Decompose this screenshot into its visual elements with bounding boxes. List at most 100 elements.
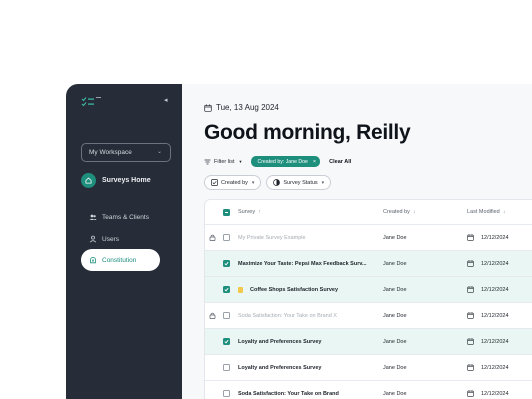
surveys-table: Survey ↑ Created by ↓ Last Modified ↓ My… (204, 199, 532, 399)
last-modified-value: 12/12/2024 (481, 390, 509, 397)
workspace-select[interactable]: My Workspace ⌄ (81, 143, 171, 162)
sidebar-item-label: Teams & Clients (102, 213, 149, 221)
sort-down-icon: ↓ (412, 209, 416, 215)
created-by-value: Jane Doe (383, 338, 407, 345)
created-by-value: Jane Doe (383, 364, 407, 371)
filter-list-button[interactable]: Filter list ▼ (204, 159, 242, 165)
header-created-by-label: Created by (383, 209, 410, 215)
row-checkbox[interactable] (223, 286, 230, 293)
surveys-home-label: Surveys Home (102, 177, 151, 184)
sidebar-item-label: Users (102, 235, 119, 243)
checklist-logo-icon (81, 97, 101, 107)
select-all-checkbox[interactable] (223, 208, 230, 216)
status-icon (273, 179, 281, 186)
table-row[interactable]: Coffee Shops Satisfaction Survey Jane Doe… (205, 277, 532, 303)
sidebar-item-label: Constitution (102, 256, 137, 264)
calendar-icon (467, 390, 474, 397)
close-icon[interactable]: × (313, 159, 316, 165)
created-by-value: Jane Doe (383, 286, 407, 293)
table-header: Survey ↑ Created by ↓ Last Modified ↓ (205, 200, 532, 225)
bookmark-icon (238, 286, 243, 293)
table-row[interactable]: Soda Satisfaction: Your Take on Brand Jan… (205, 381, 532, 399)
calendar-icon (467, 234, 474, 241)
row-checkbox[interactable] (223, 312, 230, 319)
row-checkbox[interactable] (223, 260, 230, 267)
last-modified-value: 12/12/2024 (481, 286, 509, 293)
sidebar-item-teams-clients[interactable]: Teams & Clients (81, 206, 160, 228)
created-by-label: Created by (221, 179, 248, 186)
survey-name[interactable]: Loyalty and Preferences Survey (238, 339, 321, 345)
created-by-value: Jane Doe (383, 390, 407, 397)
calendar-icon (467, 364, 474, 371)
sidebar-item-constitution[interactable]: Constitution (81, 249, 160, 271)
date-text: Tue, 13 Aug 2024 (216, 103, 279, 112)
surveys-home-link[interactable]: Surveys Home (81, 173, 151, 188)
created-by-value: Jane Doe (383, 260, 407, 267)
calendar-icon (467, 286, 474, 293)
table-row[interactable]: Loyalty and Preferences Survey Jane Doe 12… (205, 329, 532, 355)
filter-chip-created-by[interactable]: Created by: Jane Doe × (251, 156, 321, 167)
constitution-icon (90, 257, 96, 264)
chevron-left-icon[interactable]: ◂ (164, 97, 172, 105)
table-row[interactable]: Loyalty and Preferences Survey Jane Doe 12… (205, 355, 532, 381)
header-last-modified-label: Last Modified (467, 209, 500, 215)
app-window: ◂ My Workspace ⌄ Surveys Home Teams & Cl… (66, 84, 532, 399)
workspace-label: My Workspace (89, 149, 132, 156)
last-modified-value: 12/12/2024 (481, 364, 509, 371)
survey-name[interactable]: Loyalty and Preferences Survey (238, 365, 321, 371)
last-modified-value: 12/12/2024 (481, 260, 509, 267)
table-row[interactable]: My Private Survey Example Jane Doe 12/12/2… (205, 225, 532, 251)
survey-status-label: Survey Status (283, 179, 318, 186)
filter-icon (204, 159, 211, 164)
checkbox-icon (211, 179, 218, 186)
created-by-value: Jane Doe (383, 234, 407, 241)
last-modified-value: 12/12/2024 (481, 312, 509, 319)
survey-name[interactable]: Soda Satisfaction: Your Take on Brand (238, 391, 339, 397)
row-checkbox[interactable] (223, 234, 230, 241)
header-created-by[interactable]: Created by ↓ (383, 200, 416, 224)
row-checkbox[interactable] (223, 390, 230, 397)
filter-pills: Created by ▾ Survey Status ▾ (204, 175, 336, 190)
chevron-down-icon: ▼ (238, 159, 243, 164)
filter-chip-label: Created by: Jane Doe (257, 158, 308, 165)
created-by-dropdown[interactable]: Created by ▾ (204, 175, 262, 190)
last-modified-value: 12/12/2024 (481, 234, 509, 241)
sort-down-icon: ↓ (502, 209, 506, 215)
sidebar: ◂ My Workspace ⌄ Surveys Home Teams & Cl… (66, 84, 182, 399)
header-survey-label: Survey (238, 209, 256, 215)
row-checkbox[interactable] (223, 338, 230, 345)
survey-status-dropdown[interactable]: Survey Status ▾ (266, 175, 332, 190)
survey-name[interactable]: Soda Satisfaction: Your Take on Brand X (238, 313, 337, 319)
header-survey[interactable]: Survey ↑ (238, 200, 261, 224)
survey-name[interactable]: My Private Survey Example (238, 235, 306, 241)
lock-icon (209, 234, 216, 241)
chevron-down-icon: ▾ (251, 179, 255, 186)
filter-list-label: Filter list (214, 158, 235, 165)
chevron-down-icon: ⌄ (156, 149, 162, 155)
calendar-icon (467, 312, 474, 319)
clear-all-button[interactable]: Clear All (329, 159, 351, 165)
row-checkbox[interactable] (223, 364, 230, 371)
sort-up-icon: ↑ (258, 209, 261, 215)
users-icon (89, 214, 97, 220)
main-content: Tue, 13 Aug 2024 Good morning, Reilly Fi… (182, 84, 532, 399)
survey-name[interactable]: Maximize Your Taste: Pepsi Max Feedback … (238, 261, 367, 267)
table-body: My Private Survey Example Jane Doe 12/12/2… (205, 225, 532, 399)
calendar-icon (467, 338, 474, 345)
survey-name[interactable]: Coffee Shops Satisfaction Survey (250, 287, 338, 293)
calendar-icon (467, 260, 474, 267)
user-icon (89, 235, 97, 243)
table-row[interactable]: Maximize Your Taste: Pepsi Max Feedback … (205, 251, 532, 277)
header-last-modified[interactable]: Last Modified ↓ (467, 200, 505, 224)
page-title: Good morning, Reilly (204, 121, 411, 144)
home-icon (81, 173, 96, 188)
sidebar-item-users[interactable]: Users (81, 228, 160, 250)
calendar-icon (204, 103, 212, 112)
created-by-value: Jane Doe (383, 312, 407, 319)
filter-bar: Filter list ▼ Created by: Jane Doe × Cle… (204, 156, 351, 167)
date-display: Tue, 13 Aug 2024 (204, 103, 279, 112)
lock-icon (209, 312, 216, 319)
last-modified-value: 12/12/2024 (481, 338, 509, 345)
chevron-down-icon: ▾ (321, 179, 325, 186)
table-row[interactable]: Soda Satisfaction: Your Take on Brand X J… (205, 303, 532, 329)
